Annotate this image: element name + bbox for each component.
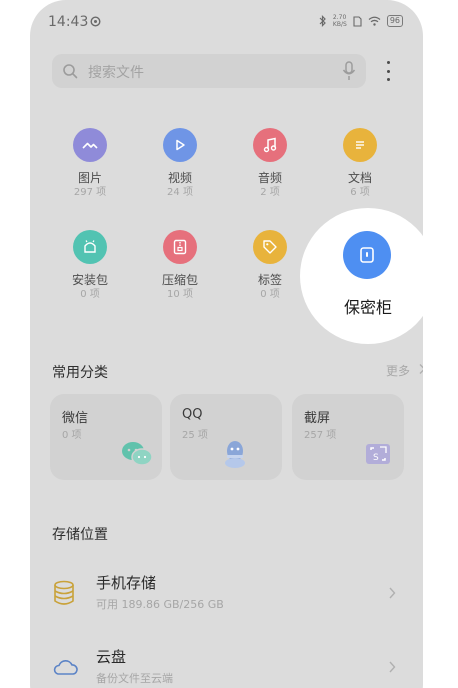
category-count: 10 项 (167, 289, 193, 300)
category-images[interactable]: 图片 297 项 (55, 128, 125, 200)
search-icon (63, 64, 78, 79)
svg-text:S: S (373, 453, 379, 463)
card-title: QQ (182, 407, 203, 422)
storage-description: 备份文件至云端 (96, 672, 173, 685)
document-icon (343, 128, 377, 162)
status-icons: 2.70 KB/S 96 (319, 14, 403, 28)
category-videos[interactable]: 视频 24 项 (145, 128, 215, 200)
net-speed-value: 2.70 (332, 14, 347, 21)
wechat-icon (122, 442, 153, 466)
storage-capacity: 可用 189.86 GB/256 GB (96, 598, 224, 611)
category-label: 图片 (77, 171, 102, 185)
category-count: 6 项 (350, 187, 370, 198)
net-speed-unit: KB/S (332, 21, 347, 28)
phone-screen: 14:43 2.70 KB/S 96 搜索文件 图片 297 项 视频 24 项… (30, 0, 423, 688)
wifi-icon (368, 16, 381, 26)
category-count: 0 项 (260, 289, 280, 300)
bluetooth-icon (319, 15, 326, 27)
status-time: 14:43 (48, 14, 89, 30)
card-count: 257 项 (304, 430, 337, 441)
private-safe-label[interactable]: 保密柜 (318, 294, 418, 318)
battery-indicator: 96 (386, 15, 403, 27)
qq-icon (225, 441, 245, 468)
storage-title: 存储位置 (52, 527, 108, 543)
tag-icon (253, 230, 287, 264)
status-bar: 14:43 2.70 KB/S 96 (30, 0, 423, 44)
more-options-icon[interactable] (380, 58, 396, 84)
card-count: 0 项 (62, 430, 82, 441)
cloud-icon (53, 660, 78, 675)
net-speed: 2.70 KB/S (333, 14, 347, 28)
card-count: 25 项 (182, 430, 208, 441)
category-count: 0 项 (80, 289, 100, 300)
storage-name: 云盘 (96, 648, 127, 666)
category-audio[interactable]: 音频 2 项 (235, 128, 305, 200)
category-count: 2 项 (260, 187, 280, 198)
search-placeholder: 搜索文件 (88, 65, 144, 81)
category-label: 视频 (167, 171, 192, 185)
archive-icon (163, 230, 197, 264)
card-qq[interactable]: QQ 25 项 (170, 394, 282, 480)
screenshot-icon: S (366, 444, 390, 464)
chevron-right-icon[interactable] (418, 363, 423, 375)
category-label: 压缩包 (161, 273, 198, 287)
category-tags[interactable]: 标签 0 项 (235, 230, 305, 302)
page: 14:43 2.70 KB/S 96 搜索文件 图片 297 项 视频 24 项… (0, 0, 458, 688)
storage-name: 手机存储 (96, 574, 157, 592)
category-label: 标签 (257, 273, 282, 287)
category-count: 24 项 (167, 187, 193, 198)
play-icon (163, 128, 197, 162)
more-link[interactable]: 更多 (386, 362, 410, 379)
image-icon (73, 128, 107, 162)
chevron-right-icon (389, 661, 396, 673)
category-apk[interactable]: 安装包 0 项 (55, 230, 125, 302)
category-documents[interactable]: 文档 6 项 (325, 128, 395, 200)
phone-storage-icon (54, 580, 74, 605)
android-icon (73, 230, 107, 264)
category-count: 297 项 (73, 187, 107, 198)
category-label: 文档 (347, 171, 372, 185)
category-label: 音频 (257, 171, 282, 185)
category-archives[interactable]: 压缩包 10 项 (145, 230, 215, 302)
category-label: 安装包 (71, 273, 108, 287)
chevron-right-icon (389, 587, 396, 599)
common-categories-title: 常用分类 (52, 365, 108, 381)
sim-icon (353, 15, 362, 27)
microphone-icon[interactable] (342, 61, 356, 81)
search-input[interactable]: 搜索文件 (52, 54, 366, 88)
card-screenshots[interactable]: 截屏 257 项 S (292, 394, 404, 480)
storage-item-phone[interactable]: 手机存储 可用 189.86 GB/256 GB (30, 568, 400, 618)
lock-icon[interactable] (343, 231, 391, 279)
card-title: 截屏 (304, 411, 331, 426)
storage-item-cloud[interactable]: 云盘 备份文件至云端 (30, 642, 400, 688)
card-wechat[interactable]: 微信 0 项 (50, 394, 162, 480)
card-title: 微信 (62, 411, 89, 426)
status-app-icon (90, 16, 101, 27)
music-icon (253, 128, 287, 162)
